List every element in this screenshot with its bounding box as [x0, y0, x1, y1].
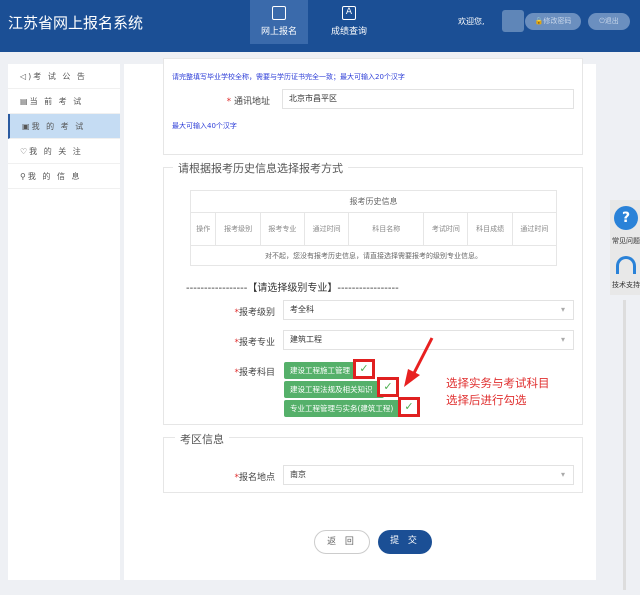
avatar: [502, 10, 524, 32]
heart-icon: ♡: [20, 147, 30, 156]
address-label: * 通讯地址: [226, 97, 270, 107]
location-select[interactable]: 南京: [283, 465, 574, 485]
back-button[interactable]: 返 回: [314, 530, 370, 554]
subjects-label: *报考科目: [234, 368, 275, 378]
sidebar-item-my-follow[interactable]: ♡我 的 关 注: [8, 139, 120, 164]
sidebar-label: 我 的 关 注: [29, 147, 83, 156]
document-a-icon: A: [342, 6, 356, 20]
table-header: 通过时间: [511, 212, 558, 246]
faq-link[interactable]: 常见问题: [612, 236, 640, 246]
label-text: 报考科目: [238, 368, 275, 378]
table-empty-message: 对不起，您没有报考历史信息，请直接选择需要报考的级别专业信息。: [190, 245, 557, 266]
select-level-title: -----------------【请选择级别专业】--------------…: [186, 283, 399, 294]
sidebar-item-exam-notice[interactable]: ◁)考 试 公 告: [8, 64, 120, 89]
label-text: 报考级别: [238, 308, 275, 318]
table-header: 报考专业: [259, 212, 305, 246]
school-hint: 请完整填写毕业学校全称，需要与学历证书完全一致；最大可输入20个汉字: [172, 73, 405, 81]
label-text: 通讯地址: [233, 97, 270, 107]
welcome-text: 欢迎您,: [458, 17, 485, 26]
annotation-line: 选择后进行勾选: [446, 393, 527, 407]
subject-option[interactable]: 建设工程施工管理: [284, 362, 364, 379]
calendar-icon: ▣: [22, 122, 32, 131]
list-icon: ▤: [20, 97, 30, 106]
table-header: 通过时间: [303, 212, 350, 246]
checkbox-checked-icon[interactable]: ✓: [377, 377, 399, 397]
subject-option[interactable]: 专业工程管理与实务(建筑工程): [284, 400, 402, 417]
speaker-icon: ◁): [20, 72, 34, 81]
nav-label: 成绩查询: [330, 27, 367, 37]
sidebar-item-current-exam[interactable]: ▤当 前 考 试: [8, 89, 120, 114]
nav-online-registration[interactable]: 网上报名: [250, 0, 308, 44]
app-title: 江苏省网上报名系统: [8, 14, 144, 32]
logout-button[interactable]: ⏻退出: [588, 13, 630, 30]
sidebar-label: 考 试 公 告: [33, 72, 87, 81]
location-label: *报名地点: [234, 473, 275, 483]
major-label: *报考专业: [234, 338, 275, 348]
nav-label: 网上报名: [260, 27, 297, 37]
label-text: 报考专业: [238, 338, 275, 348]
table-header: 操作: [189, 212, 217, 246]
subject-option[interactable]: 建设工程法规及相关知识: [284, 381, 384, 398]
address-hint: 最大可输入40个汉字: [172, 122, 237, 130]
sidebar-item-my-info[interactable]: ⚲我 的 信 息: [8, 164, 120, 189]
annotation-text: 选择实务与考试科目 选择后进行勾选: [446, 375, 550, 409]
history-legend: 请根据报考历史信息选择报考方式: [173, 160, 348, 176]
sidebar-label: 当 前 考 试: [29, 97, 84, 106]
change-password-button[interactable]: 🔒修改密码: [525, 13, 581, 30]
nav-score-query[interactable]: A 成绩查询: [320, 0, 378, 44]
table-header: 科目成绩: [467, 212, 513, 246]
header: 江苏省网上报名系统 网上报名 A 成绩查询 欢迎您, 🔒修改密码 ⏻退出: [0, 0, 640, 52]
table-title: 报考历史信息: [190, 190, 557, 213]
submit-button[interactable]: 提 交: [378, 530, 432, 554]
table-header: 报考级别: [215, 212, 261, 246]
arrow-annotation-icon: [404, 337, 434, 387]
checkbox-checked-icon[interactable]: ✓: [398, 397, 420, 417]
help-question-icon[interactable]: ?: [614, 206, 638, 230]
annotation-line: 选择实务与考试科目: [446, 376, 550, 390]
label-text: 报名地点: [238, 473, 275, 483]
support-link[interactable]: 技术支持: [612, 280, 640, 290]
history-table: 报考历史信息 操作 报考级别 报考专业 通过时间 科目名称 考试时间 科目成绩 …: [189, 190, 558, 266]
level-select[interactable]: 考全科: [283, 300, 574, 320]
sidebar: ◁)考 试 公 告 ▤当 前 考 试 ▣我 的 考 试 ♡我 的 关 注 ⚲我 …: [8, 64, 120, 580]
scrollbar[interactable]: [623, 300, 626, 590]
sidebar-item-my-exam[interactable]: ▣我 的 考 试: [8, 114, 120, 139]
table-header: 科目名称: [348, 212, 425, 246]
headset-icon[interactable]: [616, 256, 636, 274]
area-legend: 考区信息: [175, 431, 229, 447]
level-label: *报考级别: [234, 308, 275, 318]
sidebar-label: 我 的 考 试: [31, 122, 86, 131]
table-header: 考试时间: [423, 212, 469, 246]
tablet-icon: [272, 6, 286, 20]
address-input[interactable]: 北京市昌平区: [282, 89, 574, 109]
checkbox-checked-icon[interactable]: ✓: [353, 359, 375, 379]
floating-help-panel: ? 常见问题 技术支持: [610, 200, 640, 295]
sidebar-label: 我 的 信 息: [27, 172, 82, 181]
user-icon: ⚲: [20, 172, 28, 181]
